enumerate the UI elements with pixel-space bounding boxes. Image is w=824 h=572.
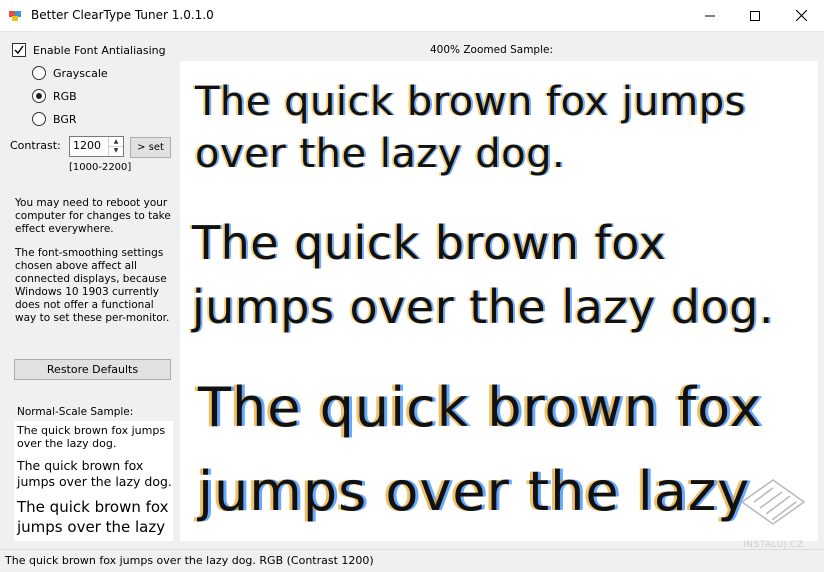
radio-rgb[interactable]: RGB xyxy=(32,89,77,103)
maximize-icon xyxy=(750,10,760,21)
radio-label: Grayscale xyxy=(53,66,108,80)
checkbox-box[interactable] xyxy=(12,43,26,57)
normal-sample-line: The quick brown fox jumps over the lazy … xyxy=(17,424,166,450)
minimize-button[interactable] xyxy=(687,0,733,31)
stepper-buttons: ▲ ▼ xyxy=(108,137,123,156)
radio-circle[interactable] xyxy=(32,112,46,126)
contrast-label: Contrast: xyxy=(10,139,61,152)
checkmark-icon xyxy=(14,45,24,55)
contrast-stepper[interactable]: 1200 ▲ ▼ xyxy=(69,136,124,157)
title-bar: Better ClearType Tuner 1.0.1.0 xyxy=(0,0,824,32)
zoomed-sample-label: 400% Zoomed Sample: xyxy=(430,44,553,56)
watermark-logo-icon xyxy=(740,479,806,525)
window-title: Better ClearType Tuner 1.0.1.0 xyxy=(31,8,214,22)
radio-bgr[interactable]: BGR xyxy=(32,112,77,126)
zoomed-sample-area: The quick brown fox jumps over the lazy … xyxy=(180,61,818,541)
zoomed-line: over the lazy dog. xyxy=(195,131,566,177)
contrast-value[interactable]: 1200 xyxy=(73,139,101,152)
zoomed-sample-block-2: The quick brown fox jumps over the lazy … xyxy=(192,211,774,339)
maximize-button[interactable] xyxy=(732,0,778,31)
restore-defaults-button[interactable]: Restore Defaults xyxy=(14,359,171,380)
antialias-checkbox[interactable]: Enable Font Antialiasing xyxy=(12,43,166,57)
radio-circle-selected[interactable] xyxy=(32,89,46,103)
radio-circle[interactable] xyxy=(32,66,46,80)
contrast-range: [1000-2200] xyxy=(69,162,132,173)
radio-label: BGR xyxy=(53,112,77,126)
zoomed-sample-block-1: The quick brown fox jumps over the lazy … xyxy=(195,76,746,180)
normal-sample-label: Normal-Scale Sample: xyxy=(17,406,134,418)
minimize-icon xyxy=(705,15,715,16)
normal-sample-line: The quick brown fox jumps over the lazy … xyxy=(17,458,172,489)
radio-label: RGB xyxy=(53,89,77,103)
zoomed-line: The quick brown fox jumps xyxy=(195,79,746,125)
zoomed-line: jumps over the lazy xyxy=(198,460,751,523)
stepper-down-icon[interactable]: ▼ xyxy=(109,146,123,155)
status-bar: The quick brown fox jumps over the lazy … xyxy=(0,549,824,572)
zoomed-line: The quick brown fox xyxy=(198,376,763,439)
zoomed-line: The quick brown fox xyxy=(192,216,667,270)
monitor-note: The font-smoothing settings chosen above… xyxy=(15,247,170,324)
close-button[interactable] xyxy=(778,0,824,31)
zoomed-sample-block-3: The quick brown fox jumps over the lazy xyxy=(198,366,762,534)
antialias-label: Enable Font Antialiasing xyxy=(33,43,166,57)
close-icon xyxy=(795,10,807,21)
set-button[interactable]: > set xyxy=(130,137,171,158)
app-icon xyxy=(9,11,21,21)
reboot-note: You may need to reboot your computer for… xyxy=(15,197,171,235)
zoomed-line: jumps over the lazy dog. xyxy=(192,280,774,334)
normal-sample-line: The quick brown fox jumps over the lazy xyxy=(17,498,169,536)
radio-grayscale[interactable]: Grayscale xyxy=(32,66,108,80)
normal-sample-box: The quick brown fox jumps over the lazy … xyxy=(14,421,173,541)
status-text: The quick brown fox jumps over the lazy … xyxy=(5,554,374,567)
